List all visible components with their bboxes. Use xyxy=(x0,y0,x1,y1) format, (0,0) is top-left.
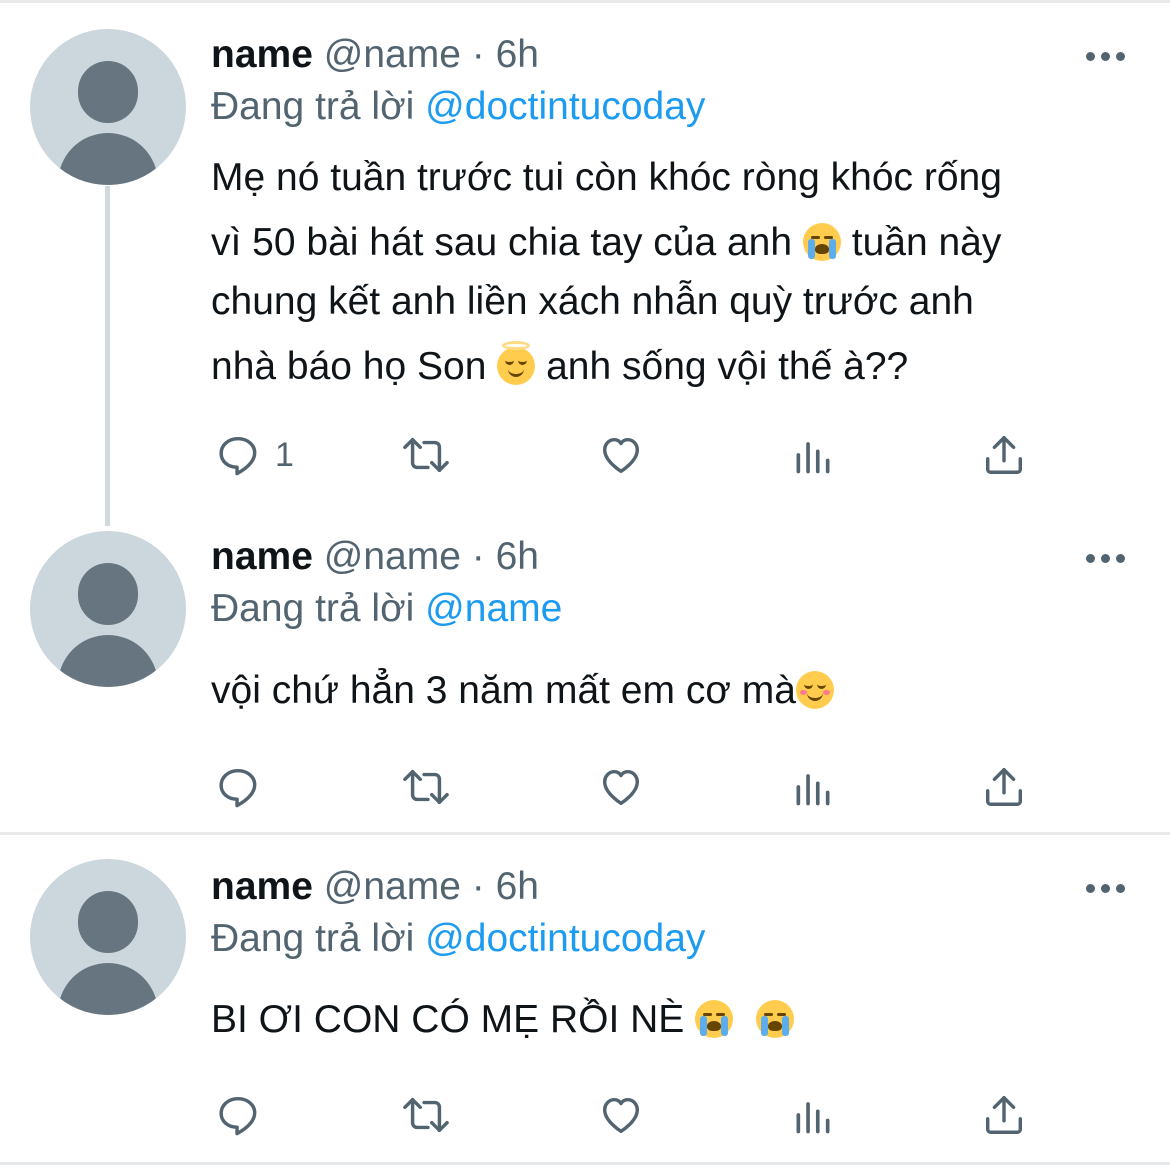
more-icon[interactable] xyxy=(1086,554,1126,564)
reply-count: 1 xyxy=(275,436,294,474)
tweet-actions xyxy=(211,1090,1111,1140)
user-handle[interactable]: @name xyxy=(324,535,461,578)
tweet-text: vội chứ hẳn 3 năm mất em cơ mà xyxy=(211,661,1131,720)
like-icon xyxy=(602,1097,640,1134)
retweet-button[interactable] xyxy=(401,1090,451,1140)
analytics-button[interactable] xyxy=(791,430,835,480)
reply-button[interactable] xyxy=(215,1090,275,1140)
retweet-icon xyxy=(403,437,449,473)
tweet-time[interactable]: 6h xyxy=(496,865,539,908)
retweet-button[interactable] xyxy=(401,430,451,480)
separator-dot: · xyxy=(471,865,485,908)
replying-prefix: Đang trả lời xyxy=(211,587,415,630)
relieved-face-icon xyxy=(795,671,834,709)
share-button[interactable] xyxy=(981,762,1027,812)
share-icon xyxy=(985,768,1023,806)
retweet-icon xyxy=(403,1097,449,1133)
tweet-feed: name @name · 6h Đang trả lời @doctintuco… xyxy=(0,0,1170,1165)
share-button[interactable] xyxy=(981,1090,1027,1140)
reply-icon xyxy=(219,1096,257,1136)
replying-to: Đang trả lời @name xyxy=(211,584,562,634)
tweet-header: name @name · 6h xyxy=(211,862,539,912)
loudly-crying-face-icon xyxy=(695,1000,734,1038)
analytics-button[interactable] xyxy=(791,762,835,812)
like-button[interactable] xyxy=(597,1090,645,1140)
reply-button[interactable]: 1 xyxy=(215,430,294,480)
tweet[interactable]: name @name · 6h Đang trả lời @doctintuco… xyxy=(0,0,1170,526)
replying-prefix: Đang trả lời xyxy=(211,85,415,128)
display-name[interactable]: name xyxy=(211,33,313,76)
avatar[interactable] xyxy=(30,29,186,185)
tweet-text: Mẹ nó tuần trước tui còn khóc ròng khóc … xyxy=(211,148,1131,396)
more-icon[interactable] xyxy=(1086,884,1126,894)
replying-to: Đang trả lời @doctintucoday xyxy=(211,914,705,964)
analytics-icon xyxy=(796,442,830,474)
thread-line xyxy=(105,186,110,526)
retweet-icon xyxy=(403,769,449,805)
loudly-crying-face-icon xyxy=(802,223,841,261)
avatar[interactable] xyxy=(30,531,186,687)
tweet-header: name @name · 6h xyxy=(211,532,539,582)
smiling-face-with-halo-icon xyxy=(497,341,536,385)
separator-dot: · xyxy=(471,33,485,76)
analytics-button[interactable] xyxy=(791,1090,835,1140)
user-handle[interactable]: @name xyxy=(324,865,461,908)
avatar[interactable] xyxy=(30,859,186,1015)
reply-icon xyxy=(219,768,257,808)
display-name[interactable]: name xyxy=(211,535,313,578)
text-line: nhà báo họ Son anh sống vội thế à?? xyxy=(211,337,1131,396)
mention-link[interactable]: @doctintucoday xyxy=(425,85,705,128)
like-icon xyxy=(602,437,640,474)
loudly-crying-face-icon xyxy=(756,1000,794,1038)
tweet-time[interactable]: 6h xyxy=(496,535,539,578)
more-icon[interactable] xyxy=(1086,52,1126,62)
text-line: vì 50 bài hát sau chia tay của anh tuần … xyxy=(211,221,1002,264)
share-button[interactable] xyxy=(981,430,1027,480)
mention-link[interactable]: @doctintucoday xyxy=(425,917,705,960)
mention-link[interactable]: @name xyxy=(425,587,562,630)
tweet-actions: 1 xyxy=(211,430,1111,480)
like-icon xyxy=(602,769,640,806)
text-line: vội chứ hẳn 3 năm mất em cơ mà xyxy=(211,661,1131,720)
tweet-header: name @name · 6h xyxy=(211,30,539,80)
like-button[interactable] xyxy=(597,762,645,812)
like-button[interactable] xyxy=(597,430,645,480)
text-line: Mẹ nó tuần trước tui còn khóc ròng khóc … xyxy=(211,156,1002,199)
analytics-icon xyxy=(796,1102,830,1134)
tweet[interactable]: name @name · 6h Đang trả lời @doctintuco… xyxy=(0,835,1170,1165)
tweet-time[interactable]: 6h xyxy=(496,33,539,76)
text-line: BI ƠI CON CÓ MẸ RỒI NÈ xyxy=(211,990,1131,1049)
replying-to: Đang trả lời @doctintucoday xyxy=(211,82,705,132)
tweet-text: BI ƠI CON CÓ MẸ RỒI NÈ xyxy=(211,990,1131,1049)
display-name[interactable]: name xyxy=(211,865,313,908)
replying-prefix: Đang trả lời xyxy=(211,917,415,960)
text-line: chung kết anh liền xách nhẫn quỳ trước a… xyxy=(211,280,974,323)
share-icon xyxy=(985,1096,1023,1134)
user-handle[interactable]: @name xyxy=(324,33,461,76)
separator-dot: · xyxy=(471,535,485,578)
reply-icon xyxy=(219,436,257,476)
retweet-button[interactable] xyxy=(401,762,451,812)
tweet-actions xyxy=(211,762,1111,812)
reply-button[interactable] xyxy=(215,762,275,812)
share-icon xyxy=(985,436,1023,474)
tweet[interactable]: name @name · 6h Đang trả lời @name vội c… xyxy=(0,520,1170,832)
analytics-icon xyxy=(796,774,830,806)
